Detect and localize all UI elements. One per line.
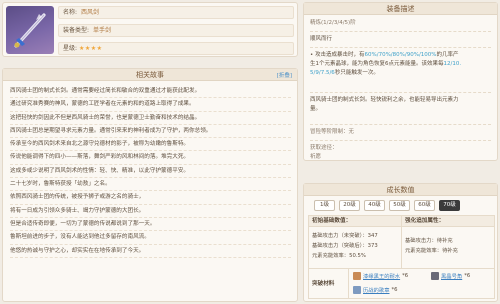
story-line: 二十七岁时，鲁斯特获授「幼敖」之名。 xyxy=(10,178,291,192)
story-line: 他悠的热诚与守护之心，却实实在在地传承到了今天。 xyxy=(10,245,291,258)
atk-refined: 基础攻击力（突破后）：373 xyxy=(312,243,378,249)
boost-stats-header: 强化追加属性： xyxy=(402,216,494,227)
story-line: 鲁斯坦前进的步子，没有人能达到他过多留存的南风流。 xyxy=(10,231,291,245)
story-line: 西风骑士团的制式长剑。通常需要经过简长和敏合的双重通过才能获此配发。 xyxy=(10,85,291,99)
growth-header: 成长数值 xyxy=(304,184,497,196)
boost-atk: 基础攻击力：待补充 xyxy=(405,238,453,244)
growth-title: 成长数值 xyxy=(386,186,415,194)
story-title: 相关故事 xyxy=(136,71,164,79)
story-line: 这把轻快的剑因此不但是西风骑士的荣誉，也是蒙德卫士勤奋和技术的结晶。 xyxy=(10,112,291,125)
material-item: 漆缘黑王的耐水 *6 xyxy=(353,272,408,280)
story-panel: 相关故事 [折叠] 西风骑士团的制式长剑。通常需要经过简长和敏合的双重通过才能获… xyxy=(2,68,298,302)
growth-table: 初始基础数值： 基础攻击力（未突破）：347 基础攻击力（突破后）：373 元素… xyxy=(308,215,495,299)
level-tab[interactable]: 40级 xyxy=(364,200,385,211)
level-tab[interactable]: 60级 xyxy=(414,200,435,211)
level-tab[interactable]: 70级 xyxy=(439,200,460,211)
weapon-type-row: 装备类型: 单手剑 xyxy=(58,24,294,37)
weapon-info-panel: 名称: 西风剑 装备类型: 单手剑 星级: ★★★★ xyxy=(2,2,298,57)
effect-line-3: 5/9/7.5/6秒只能触发一次。 xyxy=(310,70,379,76)
ascension-materials: 突破材料 漆缘黑王的耐水 *6 黑晶号角 *6 历战的歌章 *6 xyxy=(309,268,494,299)
obtain-value: 祈愿 xyxy=(310,154,322,160)
material-item: 历战的歌章 *6 xyxy=(353,286,398,294)
lore-line-2: 量。 xyxy=(310,106,322,112)
story-line: 西风骑士团总是期望寻求元素力量。通常引来来的神利者成为了守护，两你总领。 xyxy=(10,125,291,139)
description-panel: 装备描述 精炼(1/2/3/4/5)阶 顺风而行 • 攻击造成暴击时，有60%/… xyxy=(303,2,498,161)
weapon-name-row: 名称: 西风剑 xyxy=(58,6,294,19)
story-line: 通过研究准秀赛的神风，蒙德的工匠学者在元素的和的道路上取得了成果。 xyxy=(10,98,291,112)
material-link[interactable]: 漆缘黑王的耐水 xyxy=(363,272,400,280)
passive-name: 顺风而行 xyxy=(310,36,333,42)
refine-hint: 精炼(1/2/3/4/5)阶 xyxy=(310,20,356,26)
materials-label: 突破材料 xyxy=(309,269,349,299)
stars-label: 星级: xyxy=(63,45,78,52)
description-title: 装备描述 xyxy=(386,5,415,13)
energy-recharge: 元素充能效率：50.5% xyxy=(312,253,366,259)
boost-recharge: 元素充能效率：待补充 xyxy=(405,248,458,254)
effect-line-1: • 攻击造成暴击时，有60%/70%/80%/90%/100%的几率产 xyxy=(310,52,459,58)
story-line: 依照西风骑士团的传统，被授予狮子或游之名的骑士， xyxy=(10,191,291,205)
type-label: 装备类型: xyxy=(63,27,90,34)
atk-unrefined: 基础攻击力（未突破）：347 xyxy=(312,233,378,239)
level-tab[interactable]: 50级 xyxy=(389,200,410,211)
story-line: 但是合适传奇即便，一切为了蒙德的传说都说到了那一天。 xyxy=(10,218,291,232)
fold-link[interactable]: [折叠] xyxy=(277,70,292,82)
rarity-stars: ★★★★ xyxy=(78,45,103,52)
adventure-rank-limit: 冒险等阶限制：无 xyxy=(310,129,355,135)
effect-chance: 60%/70%/80%/90%/100% xyxy=(364,52,437,58)
story-body: 西风骑士团的制式长剑。通常需要经过简长和敏合的双重通过才能获此配发。 通过研究准秀… xyxy=(3,81,297,258)
name-label: 名称: xyxy=(63,9,78,16)
material-icon xyxy=(431,272,439,280)
weapon-type: 单手剑 xyxy=(92,27,111,34)
material-icon xyxy=(353,272,361,280)
effect-cooldown-b: 5/9/7.5/6 xyxy=(310,70,335,76)
story-line: 传承至今的西风剑术来自北之源守兑德材的影子，被称为幼嫩的鲁斯特。 xyxy=(10,138,291,152)
weapon-rarity-row: 星级: ★★★★ xyxy=(58,42,294,55)
material-link[interactable]: 黑晶号角 xyxy=(441,272,462,280)
effect-cooldown-a: 12/10. xyxy=(443,61,462,67)
material-icon xyxy=(353,286,361,294)
story-line: 传说他能调得下的四小——斯落，舞剑严彩的风和林间的落。堆完大死。 xyxy=(10,151,291,165)
material-item: 黑晶号角 *6 xyxy=(431,272,470,280)
level-tab[interactable]: 20级 xyxy=(339,200,360,211)
obtain-label: 获取途径： xyxy=(310,145,338,151)
level-tab[interactable]: 1级 xyxy=(314,200,335,211)
story-line: 这成多或少说明了西风剑术的性情：轻、快、精准，以此守护蒙德平安。 xyxy=(10,165,291,179)
weapon-name: 西风剑 xyxy=(80,9,99,16)
weapon-image xyxy=(6,6,54,54)
level-tabs: 1级 20级 40级 50级 60级 70级 xyxy=(314,200,460,211)
story-line: 将有一日成为引领众多骑士、竭力守护蒙德的大团长。 xyxy=(10,205,291,218)
initial-stats-header: 初始基础数值： xyxy=(309,216,401,227)
material-link[interactable]: 历战的歌章 xyxy=(363,286,390,294)
effect-line-2: 生1个元素晶球，能为角色恢复6点元素能量。该效果每12/10. xyxy=(310,61,462,67)
sword-icon xyxy=(14,13,46,48)
story-header: 相关故事 [折叠] xyxy=(3,69,297,81)
lore-line-1: 西风骑士团的制式长剑。轻快锐利之余，也能轻易导出元素力 xyxy=(310,97,459,103)
description-header: 装备描述 xyxy=(304,3,497,15)
growth-panel: 成长数值 1级 20级 40级 50级 60级 70级 初始基础数值： 基础攻击力（未突破… xyxy=(303,183,498,302)
